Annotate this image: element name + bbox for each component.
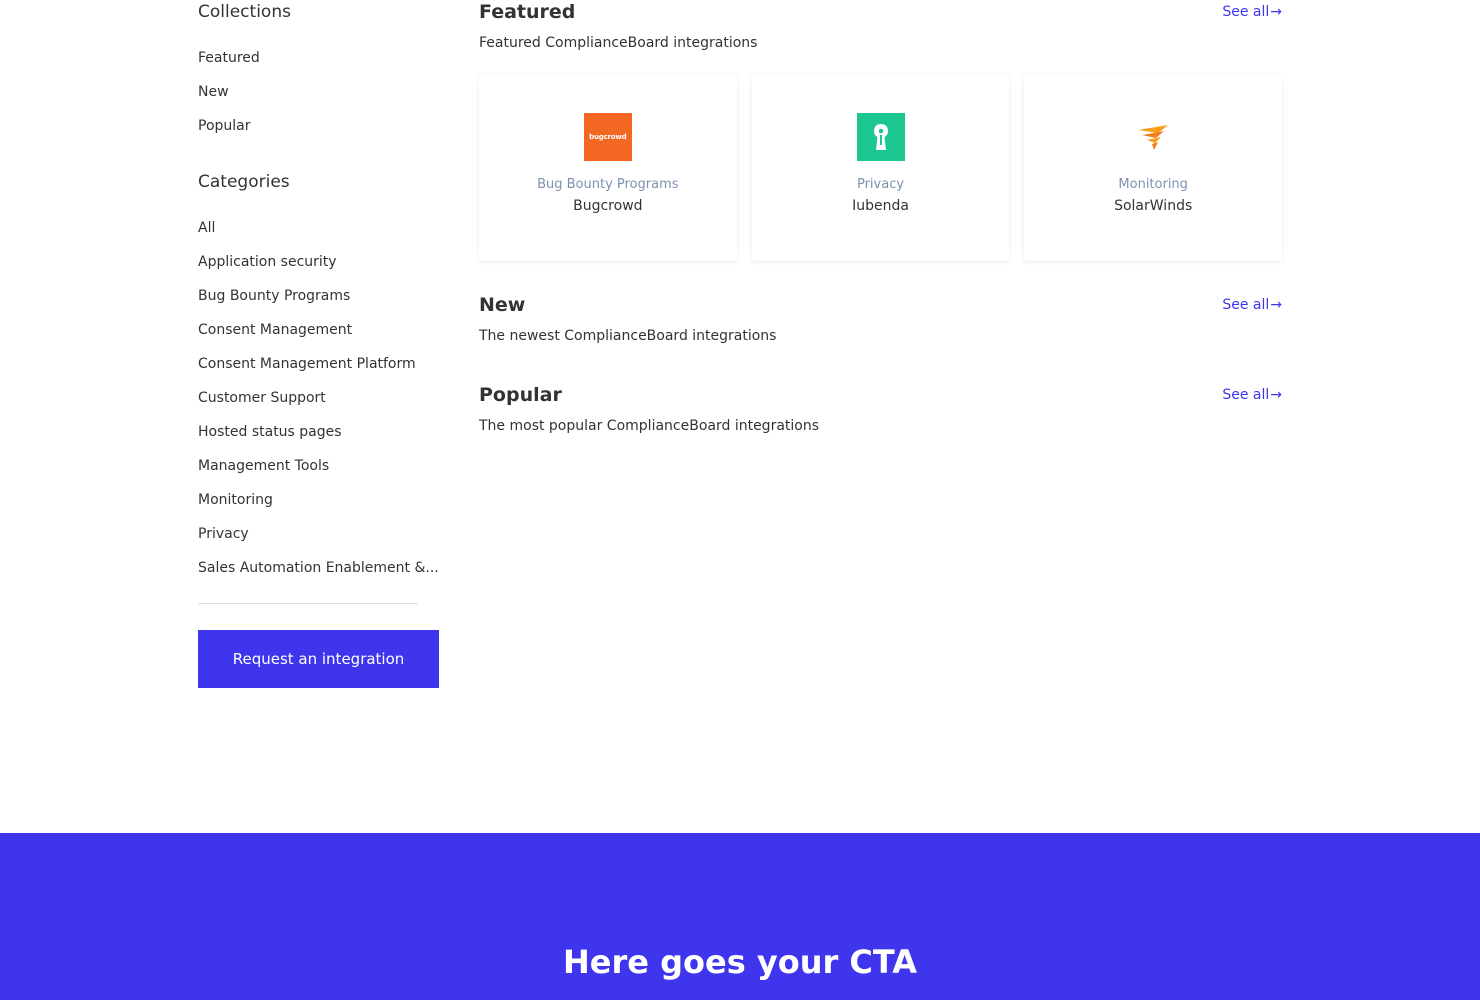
card-category: Privacy	[856, 177, 905, 192]
category-item: Application security	[198, 250, 439, 284]
category-item: Sales Automation Enablement &...	[198, 556, 439, 590]
sidebar: Collections Featured New Popular Categor…	[198, 0, 439, 688]
iubenda-logo-icon	[856, 113, 905, 161]
category-item: Consent Management Platform	[198, 352, 439, 386]
category-item: Hosted status pages	[198, 420, 439, 454]
featured-see-all-link[interactable]: See all→	[1222, 4, 1282, 20]
collection-link-featured[interactable]: Featured	[198, 46, 260, 70]
category-item: Bug Bounty Programs	[198, 284, 439, 318]
cta-band: Here goes your CTA	[0, 833, 1480, 1000]
collection-link-popular[interactable]: Popular	[198, 114, 251, 138]
category-link-management-tools[interactable]: Management Tools	[198, 454, 329, 478]
collection-item-new: New	[198, 80, 439, 114]
collection-item-featured: Featured	[198, 46, 439, 80]
arrow-right-icon: →	[1270, 297, 1282, 313]
integrations-page: Collections Featured New Popular Categor…	[0, 0, 1480, 1000]
category-item: Management Tools	[198, 454, 439, 488]
solarwinds-logo-icon	[1129, 113, 1177, 161]
cta-title: Here goes your CTA	[562, 943, 918, 981]
new-section: New See all→ The newest ComplianceBoard …	[479, 293, 1282, 347]
integration-card-solarwinds[interactable]: Monitoring SolarWinds	[1024, 75, 1283, 261]
popular-see-all-link[interactable]: See all→	[1222, 387, 1282, 403]
popular-section: Popular See all→ The most popular Compli…	[479, 383, 1282, 437]
featured-title: Featured	[479, 1, 576, 23]
popular-title: Popular	[479, 384, 562, 406]
category-link-privacy[interactable]: Privacy	[198, 522, 249, 546]
category-item: All	[198, 216, 439, 250]
category-link-consent-management[interactable]: Consent Management	[198, 318, 352, 342]
card-name: SolarWinds	[1114, 198, 1193, 214]
main-content: Featured See all→ Featured ComplianceBoa…	[479, 0, 1283, 437]
card-category: Monitoring	[1118, 177, 1188, 192]
category-link-application-security[interactable]: Application security	[198, 250, 337, 274]
collection-item-popular: Popular	[198, 114, 439, 148]
categories-list: All Application security Bug Bounty Prog…	[198, 216, 439, 590]
integration-card-bugcrowd[interactable]: bugcrowd Bug Bounty Programs Bugcrowd	[479, 75, 737, 261]
new-header: New See all→	[479, 293, 1282, 317]
arrow-right-icon: →	[1270, 4, 1282, 20]
new-see-all-link[interactable]: See all→	[1222, 297, 1282, 313]
see-all-label: See all	[1222, 297, 1270, 313]
featured-section: Featured See all→ Featured ComplianceBoa…	[479, 0, 1283, 261]
categories-heading: Categories	[198, 172, 290, 192]
category-link-bug-bounty-programs[interactable]: Bug Bounty Programs	[198, 284, 350, 308]
arrow-right-icon: →	[1270, 387, 1282, 403]
category-link-hosted-status-pages[interactable]: Hosted status pages	[198, 420, 342, 444]
collections-heading: Collections	[198, 2, 291, 22]
card-category: Bug Bounty Programs	[537, 177, 679, 192]
category-item: Customer Support	[198, 386, 439, 420]
card-name: Iubenda	[852, 198, 909, 214]
featured-header: Featured See all→	[479, 0, 1282, 24]
category-link-sales-automation[interactable]: Sales Automation Enablement &...	[198, 556, 439, 580]
sidebar-divider	[198, 603, 418, 604]
featured-description: Featured ComplianceBoard integrations	[479, 35, 758, 51]
new-title: New	[479, 294, 526, 316]
popular-header: Popular See all→	[479, 383, 1282, 407]
see-all-label: See all	[1222, 387, 1270, 403]
collections-list: Featured New Popular	[198, 46, 439, 148]
request-integration-button[interactable]: Request an integration	[198, 630, 439, 688]
collection-link-new[interactable]: New	[198, 80, 229, 104]
featured-cards: bugcrowd Bug Bounty Programs Bugcrowd Pr…	[479, 75, 1283, 261]
category-link-monitoring[interactable]: Monitoring	[198, 488, 273, 512]
category-item: Consent Management	[198, 318, 439, 352]
integration-card-iubenda[interactable]: Privacy Iubenda	[751, 75, 1010, 261]
bugcrowd-logo-icon: bugcrowd	[583, 113, 632, 161]
category-link-customer-support[interactable]: Customer Support	[198, 386, 326, 410]
category-item: Privacy	[198, 522, 439, 556]
popular-description: The most popular ComplianceBoard integra…	[479, 418, 820, 434]
see-all-label: See all	[1222, 4, 1270, 20]
category-item: Monitoring	[198, 488, 439, 522]
category-link-consent-management-platform[interactable]: Consent Management Platform	[198, 352, 416, 376]
category-link-all[interactable]: All	[198, 216, 215, 240]
card-name: Bugcrowd	[573, 198, 643, 214]
new-description: The newest ComplianceBoard integrations	[479, 328, 777, 344]
